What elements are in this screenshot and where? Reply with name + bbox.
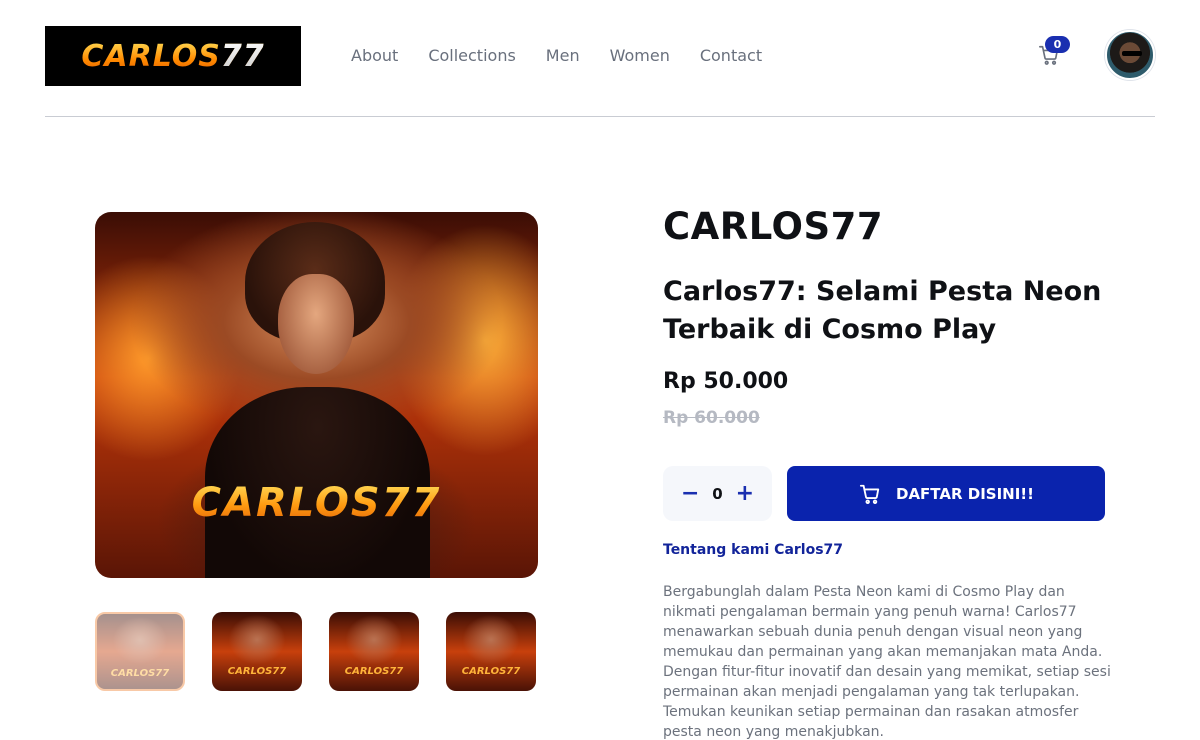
thumbnail-3[interactable]: CARLOS77 [329,612,419,691]
about-link[interactable]: Tentang kami Carlos77 [663,542,843,558]
thumbnail-logo: CARLOS77 [227,666,287,677]
decrease-quantity-button[interactable]: − [681,482,699,505]
thumbnail-4[interactable]: CARLOS77 [446,612,536,691]
thumbnail-logo: CARLOS77 [110,668,170,679]
quantity-stepper: − 0 + [663,466,772,521]
site-logo[interactable]: CARLOS77 [45,26,301,86]
site-header: CARLOS77 About Collections Men Women Con… [45,0,1155,117]
image-logo-text: CARLOS77 [95,480,538,526]
increase-quantity-button[interactable]: + [736,482,754,505]
nav-men[interactable]: Men [546,46,580,65]
cart-icon [859,484,880,504]
sunglasses-icon [1122,51,1142,56]
nav-contact[interactable]: Contact [700,46,762,65]
nav-about[interactable]: About [351,46,398,65]
logo-text: CARLOS77 [81,38,265,74]
product-title: Carlos77: Selami Pesta Neon Terbaik di C… [663,276,1102,345]
product-main-image: CARLOS77 [95,212,538,578]
brand-title: CARLOS77 [663,205,884,248]
avatar[interactable] [1105,30,1155,80]
nav-women[interactable]: Women [610,46,670,65]
thumbnail-logo: CARLOS77 [461,666,521,677]
register-button-label: DAFTAR DISINI!! [896,484,1034,503]
original-price: Rp 60.000 [663,408,760,428]
product-description: Bergabunglah dalam Pesta Neon kami di Co… [663,584,1111,740]
thumbnail-2[interactable]: CARLOS77 [212,612,302,691]
thumbnail-1[interactable]: CARLOS77 [95,612,185,691]
portrait-face [278,274,354,374]
thumbnail-logo: CARLOS77 [344,666,404,677]
quantity-value: 0 [712,484,723,503]
nav-collections[interactable]: Collections [428,46,515,65]
cart-count-badge: 0 [1045,36,1070,53]
main-nav: About Collections Men Women Contact [351,46,762,65]
current-price: Rp 50.000 [663,369,789,394]
thumbnail-strip: CARLOS77 CARLOS77 CARLOS77 CARLOS77 [95,612,536,691]
register-button[interactable]: DAFTAR DISINI!! [787,466,1105,521]
